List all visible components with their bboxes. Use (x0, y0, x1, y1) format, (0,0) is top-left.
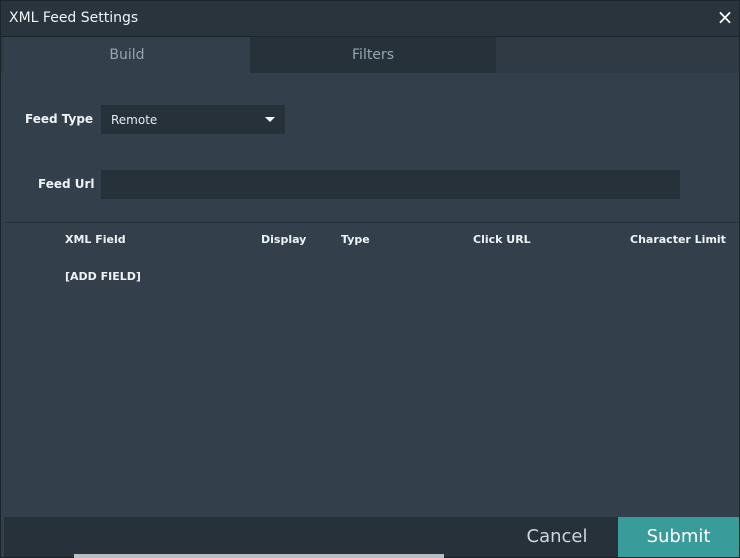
feed-type-value: Remote (111, 113, 158, 127)
column-header-type: Type (341, 233, 370, 246)
add-field-link[interactable]: [ADD FIELD] (65, 270, 141, 283)
chevron-down-icon (265, 117, 275, 122)
xml-feed-settings-dialog: XML Feed Settings × Build Filters Feed T… (0, 0, 740, 558)
cancel-button[interactable]: Cancel (496, 517, 618, 557)
column-header-xml-field: XML Field (65, 233, 126, 246)
feed-type-select[interactable]: Remote (101, 105, 285, 134)
title-bar: XML Feed Settings × (1, 1, 739, 37)
feed-url-label: Feed Url (38, 177, 95, 191)
submit-button[interactable]: Submit (618, 517, 739, 557)
tab-filters[interactable]: Filters (250, 37, 496, 73)
feed-url-input[interactable] (101, 170, 680, 199)
dialog-title: XML Feed Settings (9, 10, 139, 26)
column-header-click-url: Click URL (473, 233, 531, 246)
feed-type-label: Feed Type (25, 112, 94, 126)
tab-build[interactable]: Build (4, 37, 250, 73)
close-icon[interactable]: × (715, 6, 735, 28)
horizontal-scrollbar[interactable] (74, 554, 444, 558)
column-header-display: Display (261, 233, 307, 246)
tab-bar: Build Filters (1, 37, 739, 73)
section-divider (4, 222, 739, 223)
column-header-character-limit: Character Limit (630, 233, 726, 246)
